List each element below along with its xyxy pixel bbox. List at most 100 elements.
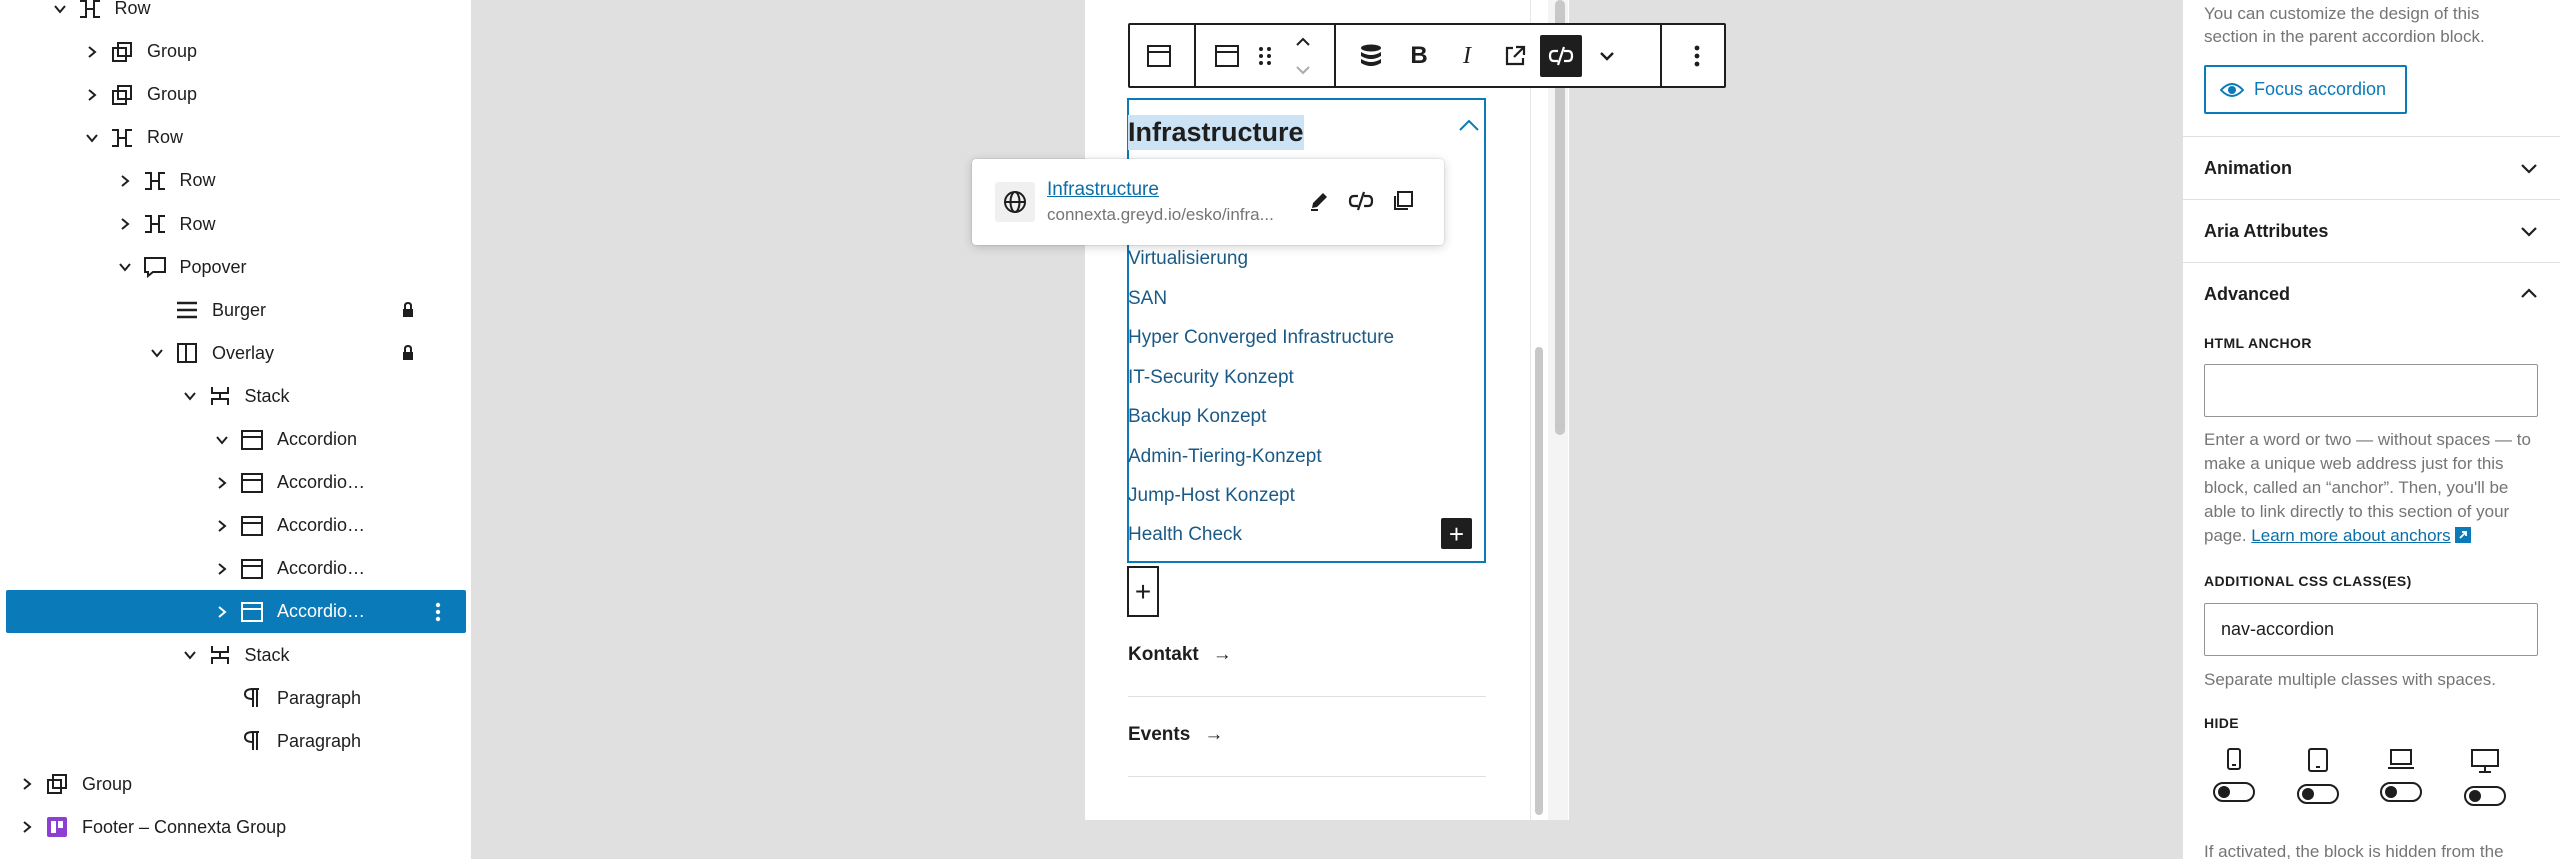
- list-view-item-label: Stack: [244, 385, 290, 406]
- list-view-item[interactable]: Burger: [6, 289, 466, 332]
- chevron-right-icon[interactable]: [211, 601, 233, 623]
- html-anchor-input[interactable]: [2204, 364, 2538, 417]
- chevron-down-icon: [2519, 158, 2539, 178]
- accordion-link[interactable]: Admin-Tiering-Konzept: [1128, 446, 1322, 468]
- panel-aria-attributes[interactable]: Aria Attributes: [2183, 199, 2560, 262]
- chevron-down-icon[interactable]: [179, 385, 201, 407]
- group-icon: [109, 39, 135, 65]
- styles-button[interactable]: [1352, 37, 1390, 75]
- more-vertical-icon: [1694, 45, 1700, 67]
- accordion-link[interactable]: IT-Security Konzept: [1128, 367, 1294, 389]
- panel-animation[interactable]: Animation: [2183, 136, 2560, 199]
- drag-handle[interactable]: [1246, 37, 1284, 75]
- chevron-right-icon[interactable]: [114, 170, 136, 192]
- italic-button[interactable]: I: [1448, 37, 1486, 75]
- chevron-down-icon[interactable]: [211, 429, 233, 451]
- list-view-item[interactable]: Accordio…: [6, 547, 466, 590]
- list-view-item[interactable]: Accordio…: [6, 461, 466, 504]
- bold-button[interactable]: B: [1400, 37, 1438, 75]
- list-view-item[interactable]: Row: [6, 203, 466, 246]
- chevron-right-icon[interactable]: [81, 41, 103, 63]
- lock-icon: [402, 301, 414, 318]
- row-icon: [77, 0, 103, 22]
- accordion-link[interactable]: Health Check: [1128, 524, 1242, 546]
- chevron-right-icon[interactable]: [114, 213, 136, 235]
- accordion-link[interactable]: Hyper Converged Infrastructure: [1128, 327, 1394, 349]
- list-view-item[interactable]: Accordio…: [6, 590, 466, 634]
- list-view-item[interactable]: Paragraph: [6, 677, 466, 720]
- move-up-button[interactable]: [1284, 29, 1322, 55]
- stack-icon: [207, 383, 233, 409]
- chevron-right-icon[interactable]: [16, 816, 38, 838]
- list-view-item[interactable]: Group: [6, 30, 466, 73]
- accordion-link[interactable]: Backup Konzept: [1128, 406, 1266, 428]
- list-view-item[interactable]: Stack: [6, 375, 466, 418]
- hide-laptop-toggle[interactable]: [2380, 782, 2422, 802]
- globe-icon: [995, 182, 1035, 222]
- hide-tablet-toggle[interactable]: [2297, 784, 2339, 804]
- list-view-item-label: Row: [147, 127, 184, 148]
- accordion-link[interactable]: Virtualisierung: [1128, 248, 1248, 270]
- list-view-item[interactable]: Stack: [6, 634, 466, 677]
- list-view-item-label: Paragraph: [277, 730, 362, 751]
- chevron-right-icon[interactable]: [211, 472, 233, 494]
- panel-advanced[interactable]: Advanced: [2183, 262, 2560, 325]
- hide-mobile-toggle[interactable]: [2213, 782, 2255, 802]
- list-view-item[interactable]: Row: [6, 0, 466, 30]
- chevron-up-icon[interactable]: [1458, 118, 1480, 132]
- list-view-item-label: Row: [179, 170, 216, 191]
- accordion-link[interactable]: SAN: [1128, 288, 1167, 310]
- chevron-right-icon[interactable]: [211, 558, 233, 580]
- frame-scrollbar-thumb[interactable]: [1535, 347, 1543, 815]
- chevron-down-icon[interactable]: [81, 127, 103, 149]
- nav-item-events[interactable]: Events →: [1128, 724, 1223, 746]
- laptop-icon: [2387, 748, 2415, 770]
- chevron-right-icon[interactable]: [211, 515, 233, 537]
- drag-handle-icon: [1258, 45, 1272, 67]
- chevron-down-icon[interactable]: [179, 644, 201, 666]
- stack-icon: [207, 642, 233, 668]
- list-view-item[interactable]: Accordio…: [6, 504, 466, 547]
- bold-icon: B: [1410, 42, 1428, 69]
- chevron-down-icon[interactable]: [49, 0, 71, 20]
- copy-link-button[interactable]: [1386, 184, 1420, 218]
- add-block-button[interactable]: +: [1441, 518, 1472, 549]
- focus-accordion-button[interactable]: Focus accordion: [2204, 65, 2407, 114]
- more-formatting-button[interactable]: [1588, 37, 1626, 75]
- nav-item-kontakt[interactable]: Kontakt →: [1128, 644, 1232, 666]
- list-view-item[interactable]: Overlay: [6, 332, 466, 375]
- edit-link-button[interactable]: [1302, 184, 1336, 218]
- list-view-item[interactable]: Row: [6, 116, 466, 159]
- list-view-item[interactable]: Paragraph: [6, 720, 466, 763]
- divider: [1128, 696, 1486, 697]
- list-view-item[interactable]: Popover: [6, 246, 466, 289]
- remove-link-button[interactable]: [1344, 184, 1378, 218]
- accordion-link[interactable]: Jump-Host Konzept: [1128, 485, 1295, 507]
- list-view-item[interactable]: Group: [6, 73, 466, 116]
- list-view-item[interactable]: Accordion: [6, 418, 466, 461]
- move-down-button[interactable]: [1284, 57, 1322, 83]
- list-view-item[interactable]: Footer – Connexta Group: [6, 806, 466, 849]
- chevron-right-icon[interactable]: [16, 773, 38, 795]
- list-view-item-label: Accordio…: [277, 472, 366, 493]
- arrow-right-icon: →: [1204, 724, 1224, 745]
- list-view-item[interactable]: Row: [6, 159, 466, 202]
- css-class-input[interactable]: nav-accordion: [2204, 603, 2538, 656]
- list-view-item[interactable]: Group: [6, 763, 466, 806]
- divider: [1128, 776, 1486, 777]
- chevron-down-icon[interactable]: [114, 256, 136, 278]
- parent-block-button[interactable]: [1140, 37, 1178, 75]
- append-block-button[interactable]: +: [1127, 566, 1159, 617]
- block-type-button[interactable]: [1208, 37, 1246, 75]
- link-title[interactable]: Infrastructure: [1047, 179, 1159, 201]
- learn-more-anchors-link[interactable]: Learn more about anchors: [2251, 526, 2450, 545]
- open-link-button[interactable]: [1496, 37, 1534, 75]
- accordion-title[interactable]: Infrastructure: [1128, 115, 1304, 150]
- chevron-right-icon[interactable]: [81, 84, 103, 106]
- unlink-button[interactable]: [1540, 35, 1582, 77]
- more-vertical-icon[interactable]: [424, 598, 452, 626]
- options-button[interactable]: [1678, 37, 1716, 75]
- chevron-down-icon[interactable]: [146, 342, 168, 364]
- hide-desktop-toggle[interactable]: [2464, 786, 2506, 806]
